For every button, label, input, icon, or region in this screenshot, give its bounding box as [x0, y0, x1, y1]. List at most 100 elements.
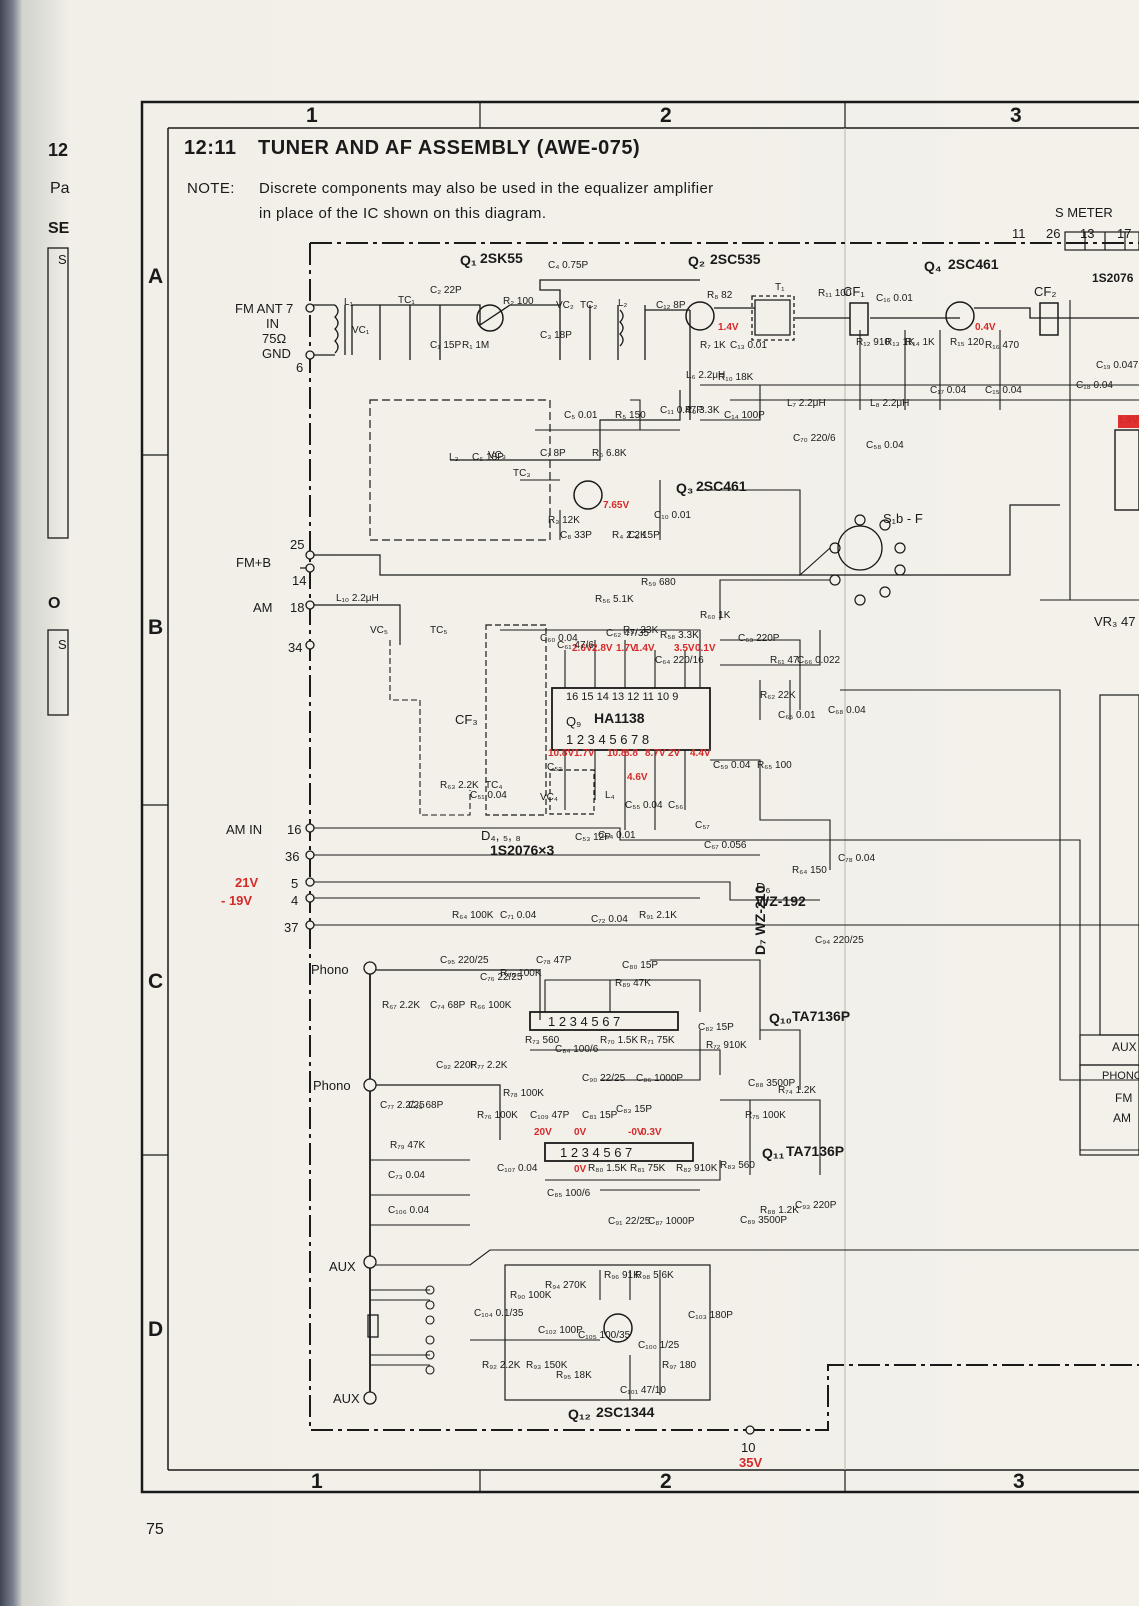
component-label: VC₅ [370, 625, 388, 636]
component-label: R₇₁ 75K [640, 1035, 675, 1046]
voltage-label: 2V [668, 748, 681, 759]
fm-gnd-label: GND [262, 346, 291, 361]
component-label: R₉₂ 2.2K [482, 1360, 521, 1371]
component-label: C₉₃ 220P [795, 1200, 837, 1211]
component-label: R₈₂ 910K [676, 1163, 718, 1174]
component-label: R₈₁ 75K [630, 1163, 666, 1174]
component-label: R₆ 6.8K [592, 448, 627, 459]
component-label: R₉₄ 270K [545, 1280, 587, 1291]
bottom-pin-10: 10 [741, 1440, 756, 1455]
component-label: C₈₇ 1000P [648, 1216, 695, 1227]
component-label: C₅₆ [668, 800, 684, 811]
component-label: TC₂ [580, 300, 598, 311]
component-label: C₅₁ 0.04 [470, 790, 507, 801]
voltage-label: 8.7V [645, 748, 666, 759]
component-label: R₆₀ 1K [700, 610, 731, 621]
component-label: L₈ 2.2μH [870, 398, 910, 409]
voltage-label: 10.8V [548, 748, 575, 759]
component-label: C₈₃ 15P [616, 1104, 653, 1115]
voltage-label: 1.7V [574, 748, 595, 759]
aux-1-label: AUX [329, 1259, 356, 1274]
component-label: R₅₇ 33K [623, 625, 659, 636]
component-label: L₇ 2.2μH [787, 398, 826, 409]
component-label: C₇₈ 0.04 [838, 853, 876, 864]
component-label: VC₃ [488, 450, 506, 461]
component-label: C₉ 15P [628, 530, 660, 541]
fm-ohm-label: 75Ω [262, 331, 287, 346]
voltage-label: 2.8V [592, 643, 613, 654]
component-label: C₈₆ 1000P [636, 1073, 684, 1084]
component-label: R₇₄ 1.2K [778, 1085, 817, 1096]
pin-25-label: 25 [290, 537, 305, 552]
grid-row-a: A [148, 265, 164, 288]
pin-36-label: 36 [285, 849, 300, 864]
component-label: C₇₁ 0.04 [500, 910, 537, 921]
component-label: R₈₀ 1.5K [588, 1163, 627, 1174]
component-label: C₉₀ 22/25 [582, 1073, 626, 1084]
component-label: C₅ 0.01 [564, 410, 598, 421]
q1-ref: Q₁ [460, 252, 477, 268]
component-label: C₁₀₁ 47/10 [620, 1385, 666, 1396]
component-label: R₇₇ 2.2K [470, 1060, 508, 1071]
component-label: C₇₅ 68P [408, 1100, 444, 1111]
component-label: C₁₈ 0.04 [1076, 380, 1113, 391]
component-label: C₇₂ 0.04 [591, 914, 628, 925]
fm-ant-label: FM ANT 7 [235, 301, 294, 316]
component-label: TC₅ [430, 625, 448, 636]
pin-34-label: 34 [288, 640, 303, 655]
component-label: C₅₂ [547, 762, 563, 773]
bottom-voltage: 35V [739, 1455, 763, 1470]
q4-ref: Q₄ [924, 258, 942, 274]
component-label: C₄ 0.75P [548, 260, 589, 271]
component-label: R₂ 100 [503, 296, 534, 307]
component-label: C₆₅ 0.01 [778, 710, 816, 721]
component-label: R₅₉ 680 [641, 577, 676, 588]
pin-14-label: 14 [292, 573, 307, 588]
voltage-label: 4.4V [690, 748, 711, 759]
component-label: C₈₄ 100/6 [555, 1044, 599, 1055]
switch-label: S₁b - F [883, 511, 923, 526]
q2-part: 2SC535 [710, 251, 761, 267]
cf3-label: CF₃ [455, 712, 478, 727]
q2-ref: Q₂ [688, 253, 706, 269]
q12-ref: Q₁₂ [568, 1406, 591, 1422]
pin-11: 11 [1012, 226, 1026, 241]
component-label: C₁₀₃ 180P [688, 1310, 733, 1321]
component-label: R₅₆ 5.1K [595, 594, 634, 605]
component-label: R₇₅ 100K [745, 1110, 786, 1121]
component-label: L₁ [344, 297, 353, 308]
ic-q11-pins: 1 2 3 4 5 6 7 [560, 1145, 633, 1160]
component-label: R₇ 1K [700, 340, 726, 351]
component-label: R₇₈ 100K [503, 1088, 544, 1099]
component-label: R₁₀ 18K [718, 372, 754, 383]
d1-part: 1S2076 [1092, 271, 1134, 285]
component-label: C₁₀ 0.01 [654, 510, 691, 521]
right-aux-label: AUX [1112, 1040, 1137, 1054]
component-label: C₉₁ 22/25 [608, 1216, 651, 1227]
grid-col-2-bottom: 2 [660, 1470, 672, 1493]
component-label: R₅₈ 3.3K [660, 630, 699, 641]
section-number: 12:11 [184, 137, 237, 159]
component-label: R₁₁ 100 [818, 288, 852, 299]
component-label: C₁₀₆ 0.04 [388, 1205, 430, 1216]
component-label: C₉₄ 220/25 [815, 935, 864, 946]
component-label: C₅₅ 0.04 [625, 800, 663, 811]
component-label: C₂ 22P [430, 285, 462, 296]
grid-col-1-bottom: 1 [311, 1470, 323, 1493]
fm-in-label: IN [266, 316, 279, 331]
component-label: C₈₂ 15P [698, 1022, 734, 1033]
pin-26: 26 [1046, 226, 1061, 241]
voltage-label: 8.8 [624, 748, 638, 759]
component-label: L₁₀ 2.2μH [336, 593, 379, 604]
component-label: C₇₈ 47P [536, 955, 572, 966]
am-in-label: AM IN [226, 822, 263, 837]
component-label: R₇₀ 1.5K [600, 1035, 639, 1046]
page-number: 75 [146, 1521, 164, 1538]
component-label: TC₄ [485, 780, 503, 791]
component-label: C₁₀₂ 100P [538, 1325, 583, 1336]
component-label: R₈₈ 1.2K [760, 1205, 799, 1216]
component-label: R₆₇ 2.2K [382, 1000, 421, 1011]
component-label: R₆₁ 47 [770, 655, 799, 666]
component-label: C₈₀ 15P [622, 960, 659, 971]
component-label: C₈₅ 100/6 [547, 1188, 591, 1199]
